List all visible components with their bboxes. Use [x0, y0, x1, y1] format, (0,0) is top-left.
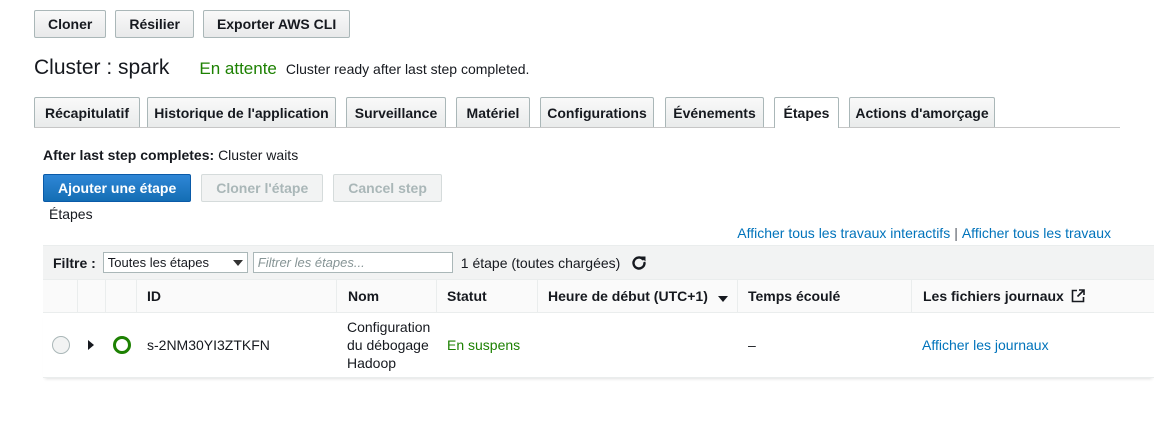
cluster-toolbar: Cloner Résilier Exporter AWS CLI — [34, 10, 351, 38]
tab-events[interactable]: Événements — [665, 97, 764, 127]
terminate-button[interactable]: Résilier — [115, 10, 194, 38]
tab-summary[interactable]: Récapitulatif — [34, 97, 140, 127]
column-log-files-label: Les fichiers journaux — [923, 288, 1064, 304]
row-select-cell — [41, 313, 70, 377]
link-separator: | — [954, 225, 958, 241]
column-log-files[interactable]: Les fichiers journaux — [912, 280, 1086, 312]
cluster-state: En attente — [199, 59, 277, 78]
view-logs-link[interactable]: Afficher les journaux — [911, 313, 1049, 377]
chevron-down-icon — [232, 259, 243, 266]
cluster-status-message: Cluster ready after last step completed. — [285, 61, 530, 77]
view-interactive-jobs-link[interactable]: Afficher tous les travaux interactifs — [737, 225, 950, 241]
tab-hardware[interactable]: Matériel — [456, 97, 530, 127]
job-links: Afficher tous les travaux interactifs | Af… — [737, 225, 1111, 241]
steps-table: Filtre : Toutes les étapes 1 étape (tout… — [43, 245, 1154, 378]
steps-filter-select[interactable]: Toutes les étapes — [102, 252, 248, 273]
row-state-cell — [102, 313, 131, 377]
table-row: s-2NM30YI3ZTKFN Configuration du débogag… — [43, 313, 1154, 378]
steps-section-label: Étapes — [49, 206, 93, 222]
row-select-radio[interactable] — [52, 336, 70, 354]
step-name-line: du débogage — [347, 337, 429, 353]
after-step-value: Cluster waits — [218, 147, 299, 163]
column-elapsed-time[interactable]: Temps écoulé — [737, 280, 840, 312]
table-header: ID Nom Statut Heure de début (UTC+1) Tem… — [43, 279, 1154, 313]
column-status[interactable]: Statut — [436, 280, 487, 312]
refresh-icon[interactable] — [630, 254, 648, 272]
clone-step-button: Cloner l'étape — [201, 174, 324, 202]
step-elapsed-time: – — [748, 337, 756, 353]
after-step-setting: After last step completes: Cluster waits — [43, 147, 298, 163]
steps-filter-selected: Toutes les étapes — [107, 255, 209, 270]
cluster-header: Cluster : spark En attente Cluster ready… — [34, 56, 529, 80]
page-title: Cluster : spark — [34, 56, 170, 79]
step-status: En suspens — [447, 337, 521, 353]
column-name[interactable]: Nom — [337, 280, 379, 312]
add-step-button[interactable]: Ajouter une étape — [43, 174, 192, 202]
pending-circle-icon — [113, 336, 131, 354]
cancel-step-button: Cancel step — [333, 174, 442, 202]
column-start-time[interactable]: Heure de début (UTC+1) — [537, 280, 729, 312]
filter-bar: Filtre : Toutes les étapes 1 étape (tout… — [43, 245, 1154, 279]
step-name-line: Hadoop — [347, 355, 397, 371]
sort-descending-icon — [717, 296, 728, 302]
tab-bootstrap-actions[interactable]: Actions d'amorçage — [849, 97, 995, 127]
step-name: Configuration du débogage Hadoop — [336, 313, 430, 377]
step-actions: Ajouter une étape Cloner l'étape Cancel … — [43, 174, 442, 202]
step-start-time — [537, 313, 548, 377]
step-name-line: Configuration — [347, 319, 431, 335]
filter-label: Filtre : — [53, 254, 96, 271]
step-id: s-2NM30YI3ZTKFN — [147, 337, 270, 353]
filter-steps-input[interactable] — [252, 252, 453, 273]
tab-configurations[interactable]: Configurations — [540, 97, 654, 127]
tab-monitoring[interactable]: Surveillance — [346, 97, 446, 127]
export-aws-cli-button[interactable]: Exporter AWS CLI — [202, 10, 351, 38]
view-all-jobs-link[interactable]: Afficher tous les travaux — [962, 225, 1111, 241]
tab-bar: Récapitulatif Historique de l'applicatio… — [34, 97, 1120, 128]
tab-steps[interactable]: Étapes — [774, 97, 839, 128]
clone-button[interactable]: Cloner — [34, 10, 107, 38]
external-link-icon — [1071, 289, 1085, 303]
caret-right-icon[interactable] — [88, 340, 94, 350]
tab-application-history[interactable]: Historique de l'application — [147, 97, 336, 127]
column-start-time-label: Heure de début (UTC+1) — [548, 288, 708, 304]
step-count: 1 étape (toutes chargées) — [460, 254, 621, 271]
column-id[interactable]: ID — [136, 280, 161, 312]
row-expand-cell — [77, 313, 94, 377]
after-step-label: After last step completes: — [43, 147, 215, 163]
